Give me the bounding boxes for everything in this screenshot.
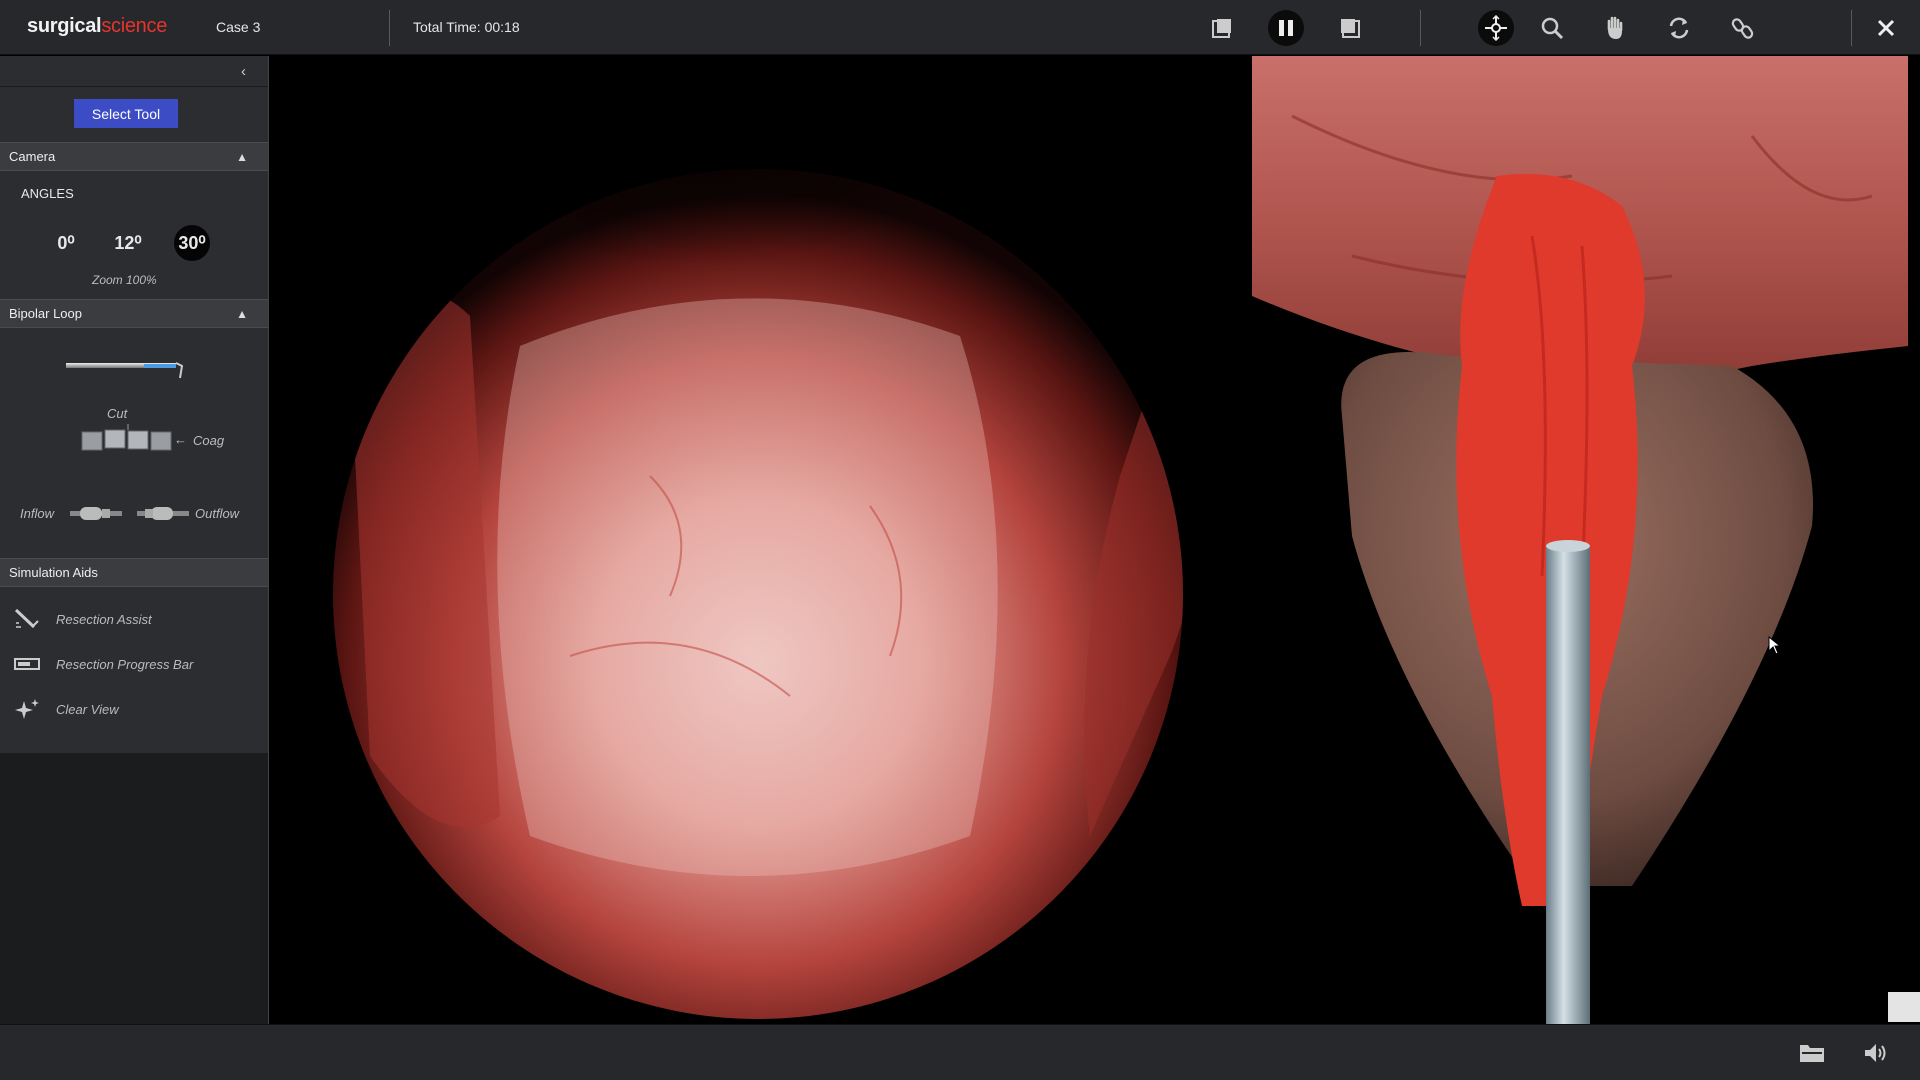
sim-aids-section-title: Simulation Aids <box>9 565 98 580</box>
link-icon[interactable] <box>1725 10 1761 46</box>
close-icon[interactable] <box>1868 10 1904 46</box>
3d-anatomy-view[interactable] <box>1252 56 1908 1024</box>
top-toolbar: surgicalscience Case 3 Total Time: 00:18 <box>0 0 1920 55</box>
sim-aids-section-header[interactable]: Simulation Aids <box>0 558 268 587</box>
resection-assist-icon <box>14 608 39 629</box>
search-icon[interactable] <box>1534 10 1570 46</box>
angle-12-button[interactable]: 12⁰ <box>110 225 146 261</box>
bipolar-section-title: Bipolar Loop <box>9 306 82 321</box>
endoscopic-camera-view[interactable] <box>270 56 1252 1024</box>
coag-arrow: ← <box>174 432 187 447</box>
view-left-icon[interactable] <box>1204 10 1240 46</box>
refresh-icon[interactable] <box>1661 10 1697 46</box>
bipolar-panel: Cut ← Coag Inflow Outflow <box>0 328 268 558</box>
chevron-left-icon[interactable]: ‹ <box>241 63 246 80</box>
endoscope-image <box>333 169 1183 1019</box>
angle-30-button[interactable]: 30⁰ <box>174 225 210 261</box>
zoom-label: Zoom 100% <box>92 273 157 287</box>
camera-section-title: Camera <box>9 149 56 164</box>
clear-view-item[interactable]: Clear View <box>12 697 119 721</box>
view-corner-handle[interactable] <box>1888 992 1920 1022</box>
resection-assist-item[interactable]: Resection Assist <box>12 607 152 631</box>
sparkle-icon <box>15 699 39 719</box>
outflow-label: Outflow <box>195 506 240 521</box>
foot-pedal-icon[interactable] <box>80 424 174 452</box>
progress-bar-icon <box>14 658 40 670</box>
chevron-up-icon[interactable]: ▲ <box>236 307 248 321</box>
case-label: Case 3 <box>216 19 261 35</box>
rotate-move-icon[interactable] <box>1478 10 1514 46</box>
hand-icon[interactable] <box>1597 10 1633 46</box>
inflow-valve-icon[interactable] <box>70 506 122 522</box>
select-tool-button[interactable]: Select Tool <box>74 99 178 128</box>
cut-label: Cut <box>107 406 128 421</box>
resection-assist-label: Resection Assist <box>56 611 152 627</box>
3d-anatomy-model <box>1252 56 1908 1024</box>
volume-icon[interactable] <box>1861 1039 1891 1067</box>
resection-progress-bar-item[interactable]: Resection Progress Bar <box>12 652 193 676</box>
outflow-valve-icon[interactable] <box>137 506 189 522</box>
camera-panel: ANGLES 0⁰ 12⁰ 30⁰ Zoom 100% <box>0 171 268 299</box>
angles-title: ANGLES <box>21 186 74 201</box>
mouse-cursor-icon <box>1768 636 1782 655</box>
folder-icon[interactable] <box>1797 1039 1827 1067</box>
toolbar-divider <box>389 10 390 46</box>
clear-view-label: Clear View <box>56 701 119 717</box>
logo-text-secondary: science <box>101 15 168 37</box>
chevron-up-icon[interactable]: ▲ <box>236 150 248 164</box>
sidebar-collapse-row: ‹ <box>0 56 268 86</box>
view-right-icon[interactable] <box>1332 10 1368 46</box>
coag-label: Coag <box>193 433 225 448</box>
select-tool-area: Select Tool <box>0 86 268 142</box>
bipolar-loop-instrument-icon <box>66 362 184 379</box>
surgical-science-logo: surgicalscience <box>27 15 167 38</box>
resection-progress-bar-label: Resection Progress Bar <box>56 656 194 672</box>
sim-aids-panel: Resection Assist Resection Progress Bar … <box>0 587 268 753</box>
inflow-label: Inflow <box>20 506 54 521</box>
bottom-bar <box>0 1024 1920 1080</box>
left-sidebar: ‹ Select Tool Camera ▲ ANGLES 0⁰ 12⁰ 30⁰… <box>0 56 269 1024</box>
total-time-label: Total Time: 00:18 <box>413 19 520 35</box>
toolbar-divider <box>1851 10 1852 46</box>
toolbar-divider <box>1420 10 1421 46</box>
bipolar-section-header[interactable]: Bipolar Loop ▲ <box>0 299 268 328</box>
pause-icon[interactable] <box>1268 10 1304 46</box>
angle-0-button[interactable]: 0⁰ <box>48 225 84 261</box>
logo-text-primary: surgical <box>27 15 102 37</box>
camera-section-header[interactable]: Camera ▲ <box>0 142 268 171</box>
